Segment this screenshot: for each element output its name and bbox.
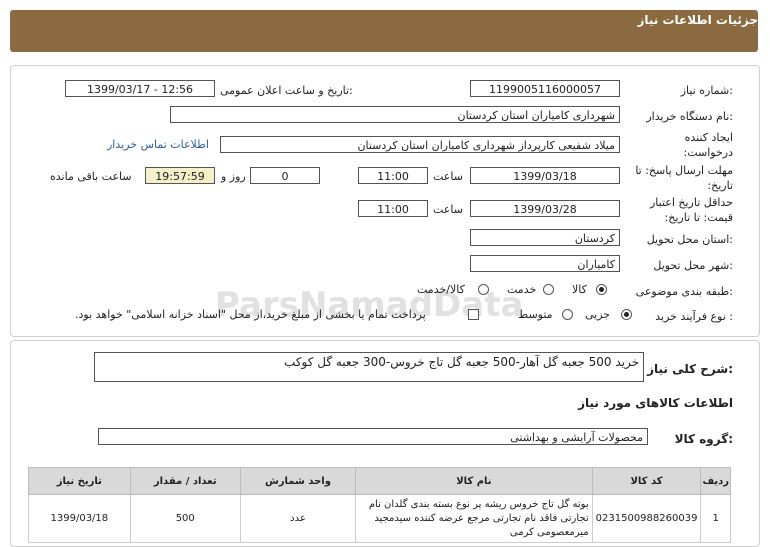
buyer-field: شهرداری کامیاران استان کردستان: [170, 106, 620, 123]
category-radio-goods[interactable]: [596, 284, 607, 295]
category-radio-service[interactable]: [543, 284, 554, 295]
announce-label: تاریخ و ساعت اعلان عمومی:: [220, 84, 353, 97]
process-option-medium: متوسط: [518, 308, 553, 321]
category-option-service: خدمت: [507, 283, 537, 296]
creator-label: ایجاد کننده درخواست:: [683, 131, 733, 159]
category-option-goods-service: کالا/خدمت: [417, 283, 465, 296]
items-table: ردیف کد کالا نام کالا واحد شمارش تعداد /…: [28, 467, 731, 543]
cell-qty: 500: [129, 494, 241, 543]
buyer-label: نام دستگاه خریدار:: [646, 110, 733, 123]
category-label: طبقه بندی موضوعی:: [635, 285, 733, 298]
city-field: کامیاران: [470, 255, 620, 272]
city-label: شهر محل تحویل:: [653, 259, 733, 272]
col-code: کد کالا: [591, 467, 702, 495]
col-date: تاریخ نیاز: [28, 467, 131, 495]
announce-field: 1399/03/17 - 12:56: [65, 80, 215, 97]
remaining-time-field: 19:57:59: [145, 167, 215, 184]
treasury-checkbox[interactable]: [468, 309, 479, 320]
cell-code: 0231500988260039: [591, 494, 702, 543]
summary-field: خرید 500 جعبه گل آهار-500 جعبه گل تاج خر…: [94, 352, 644, 382]
province-label: استان محل تحویل:: [646, 233, 733, 246]
col-index: ردیف: [700, 467, 731, 495]
validity-label: حداقل تاریخ اعتبار قیمت: تا تاریخ:: [649, 196, 733, 224]
table-header-row: ردیف کد کالا نام کالا واحد شمارش تعداد /…: [28, 467, 731, 495]
col-name: نام کالا: [355, 467, 593, 495]
deadline-time-field: 11:00: [358, 167, 428, 184]
col-unit: واحد شمارش: [239, 467, 357, 495]
province-field: کردستان: [470, 229, 620, 246]
cell-index: 1: [700, 494, 731, 543]
process-label: نوع فرآیند خرید :: [655, 310, 733, 323]
days-field: 0: [250, 167, 320, 184]
goods-section-title: اطلاعات کالاهای مورد نیاز: [578, 396, 733, 410]
remaining-label: ساعت باقی مانده: [50, 170, 132, 183]
contact-buyer-link[interactable]: اطلاعات تماس خریدار: [107, 138, 209, 151]
cell-name: بوته گل تاج خروس ریشه پر نوع بسته بندی گ…: [355, 494, 593, 543]
category-option-goods: کالا: [572, 283, 587, 296]
days-label: روز و: [221, 170, 246, 183]
validity-date-field: 1399/03/28: [470, 200, 620, 217]
deadline-time-label: ساعت: [433, 170, 463, 183]
cell-unit: عدد: [239, 494, 357, 543]
deadline-label: مهلت ارسال پاسخ: تا تاریخ:: [635, 164, 733, 192]
page-title: جزئیات اطلاعات نیاز: [637, 13, 758, 27]
summary-label: شرح کلی نیاز:: [647, 362, 733, 376]
deadline-date-field: 1399/03/18: [470, 167, 620, 184]
cell-date: 1399/03/18: [28, 494, 131, 543]
need-number-label: شماره نیاز:: [680, 84, 733, 97]
goods-group-label: گروه کالا:: [674, 432, 733, 446]
validity-time-field: 11:00: [358, 200, 428, 217]
goods-group-field: محصولات آرایشی و بهداشتی: [98, 428, 648, 445]
category-radio-goods-service[interactable]: [478, 284, 489, 295]
creator-field: میلاد شفیعی کارپرداز شهرداری کامیاران اس…: [220, 136, 620, 153]
col-qty: تعداد / مقدار: [129, 467, 241, 495]
need-number-field: 1199005116000057: [470, 80, 620, 97]
payment-note: پرداخت تمام یا بخشی از مبلغ خرید،از محل …: [75, 308, 426, 321]
process-radio-medium[interactable]: [562, 309, 573, 320]
table-row[interactable]: 1 0231500988260039 بوته گل تاج خروس ریشه…: [28, 494, 731, 543]
validity-time-label: ساعت: [433, 203, 463, 216]
process-option-minor: جزیی: [585, 308, 611, 321]
process-radio-minor[interactable]: [621, 309, 632, 320]
